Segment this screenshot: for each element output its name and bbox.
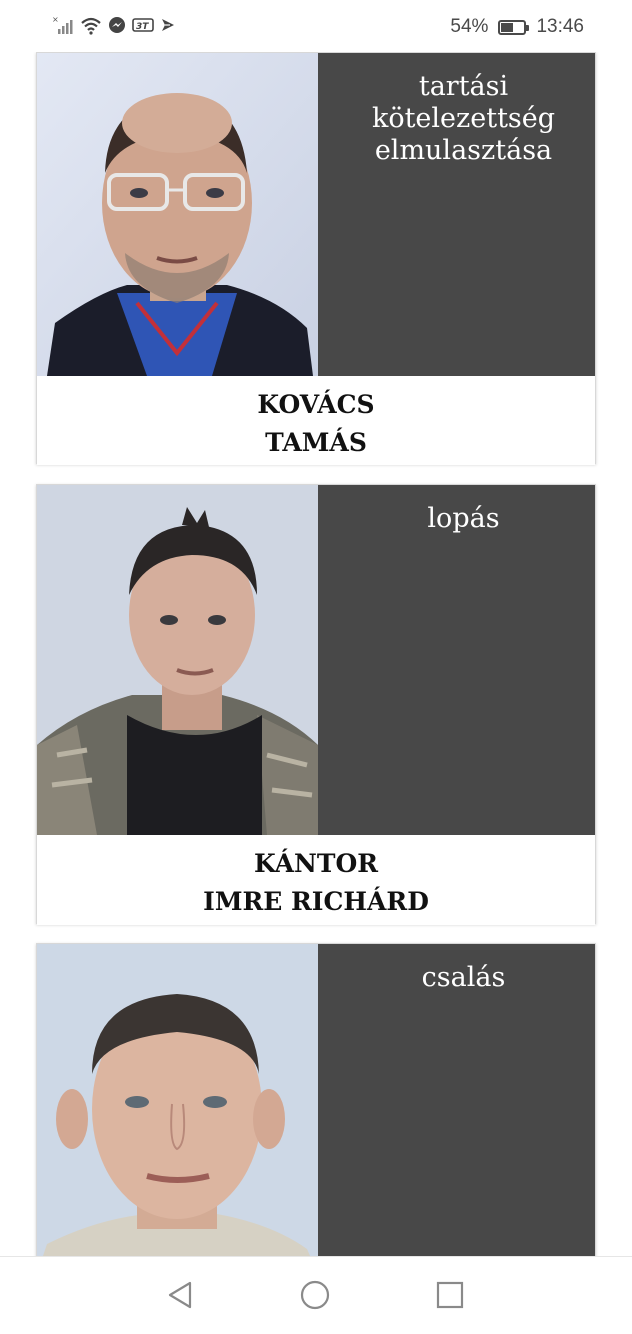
battery-percent: 54% <box>450 16 489 37</box>
recents-square-icon <box>436 1281 464 1309</box>
svg-text:3T: 3T <box>136 22 149 32</box>
suspect-photo[interactable] <box>37 53 318 376</box>
status-icons-left: × 3T <box>52 14 176 40</box>
navigation-bar <box>0 1256 632 1334</box>
battery-icon <box>498 19 530 35</box>
home-circle-icon <box>300 1280 330 1310</box>
suspect-name-line1: KÁNTOR <box>253 849 379 878</box>
suspect-name[interactable]: KOVÁCS TAMÁS <box>37 376 595 465</box>
suspect-name-line2: IMRE RICHÁRD <box>203 887 429 916</box>
signal-icon: × <box>52 15 74 39</box>
suspect-photo[interactable] <box>37 944 318 1257</box>
crime-description: csalás <box>318 944 595 1257</box>
battery-level-fill <box>501 22 514 32</box>
wanted-card[interactable]: tartási kötelezettség elmulasztása KOVÁC… <box>36 52 596 465</box>
network-badge-icon: 3T <box>132 17 154 37</box>
home-button[interactable] <box>299 1279 331 1311</box>
crime-description: lopás <box>318 485 595 835</box>
wanted-card[interactable]: csalás <box>36 943 596 1257</box>
svg-text:×: × <box>52 15 59 24</box>
recents-button[interactable] <box>434 1279 466 1311</box>
wifi-icon <box>80 15 102 39</box>
clock: 13:46 <box>536 16 584 37</box>
back-triangle-icon <box>168 1281 192 1309</box>
screen: × 3T 54% 13:46 tartási kötelezettség elm… <box>0 0 632 1334</box>
wanted-list[interactable]: tartási kötelezettség elmulasztása KOVÁC… <box>0 52 632 1257</box>
status-bar: × 3T 54% 13:46 <box>0 0 632 52</box>
crime-description: tartási kötelezettség elmulasztása <box>318 53 595 376</box>
wanted-card[interactable]: lopás KÁNTOR IMRE RICHÁRD <box>36 484 596 925</box>
back-button[interactable] <box>164 1279 196 1311</box>
suspect-name[interactable]: KÁNTOR IMRE RICHÁRD <box>37 835 595 925</box>
messenger-icon <box>108 16 126 38</box>
suspect-photo[interactable] <box>37 485 318 835</box>
status-right: 54% 13:46 <box>450 14 584 40</box>
suspect-name-line1: KOVÁCS <box>257 390 375 419</box>
suspect-name-line2: TAMÁS <box>265 428 367 457</box>
send-icon <box>160 17 176 37</box>
